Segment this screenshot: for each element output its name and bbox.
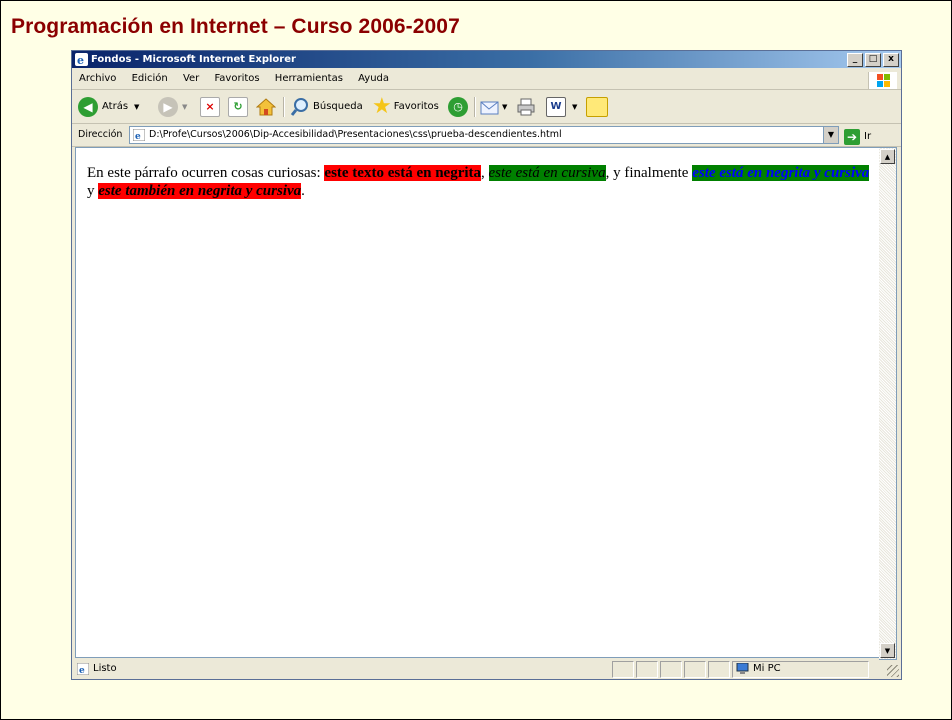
- edit-button[interactable]: W ▼: [546, 90, 577, 123]
- favorites-label: Favoritos: [393, 101, 439, 112]
- go-button[interactable]: ➔ Ir: [844, 126, 871, 148]
- menu-bar: Archivo Edición Ver Favoritos Herramient…: [72, 69, 901, 90]
- go-arrow-icon: ➔: [844, 129, 860, 145]
- slide: Programación en Internet – Curso 2006-20…: [0, 0, 952, 720]
- stop-button[interactable]: ×: [200, 90, 220, 123]
- forward-arrow-icon: ▶: [158, 96, 178, 117]
- page-icon: e: [133, 129, 145, 141]
- page-paragraph: En este párrafo ocurren cosas curiosas: …: [87, 164, 877, 200]
- slide-title: Programación en Internet – Curso 2006-20…: [11, 15, 460, 38]
- favorites-button[interactable]: ★ Favoritos: [372, 90, 439, 123]
- address-bar: Dirección e D:\Profe\Cursos\2006\Dip-Acc…: [72, 124, 901, 147]
- text-plain-4: y: [87, 183, 99, 199]
- text-plain-2: ,: [481, 165, 489, 181]
- note-icon: [586, 96, 608, 117]
- printer-icon: [517, 98, 535, 115]
- close-button[interactable]: x: [883, 53, 899, 67]
- windows-logo-icon: [868, 72, 897, 89]
- browser-window: e Fondos - Microsoft Internet Explorer _…: [71, 50, 902, 680]
- minimize-button[interactable]: _: [847, 53, 863, 67]
- resize-grip-icon[interactable]: [887, 665, 899, 677]
- menu-favoritos[interactable]: Favoritos: [214, 73, 259, 84]
- history-button[interactable]: ◷: [448, 90, 468, 123]
- back-arrow-icon: ◀: [78, 96, 98, 117]
- address-label: Dirección: [78, 129, 123, 140]
- page-content[interactable]: En este párrafo ocurren cosas curiosas: …: [75, 147, 879, 658]
- vertical-scrollbar[interactable]: ▲ ▼: [879, 147, 897, 660]
- menu-ayuda[interactable]: Ayuda: [358, 73, 389, 84]
- home-icon: [256, 97, 276, 115]
- mail-button[interactable]: ▼: [480, 90, 507, 123]
- messenger-button[interactable]: [586, 90, 608, 123]
- window-titlebar[interactable]: e Fondos - Microsoft Internet Explorer _…: [72, 51, 901, 68]
- status-cell: [708, 661, 730, 678]
- stop-icon: ×: [200, 96, 220, 117]
- text-plain-5: .: [301, 183, 305, 199]
- standard-toolbar: ◀ Atrás ▼ ▶ ▼ × ↻ Búsqueda ★ Favoritos ◷…: [72, 90, 901, 124]
- status-cell: [636, 661, 658, 678]
- ie-logo-icon: e: [75, 53, 88, 66]
- menu-ver[interactable]: Ver: [183, 73, 199, 84]
- mail-icon: [480, 101, 499, 114]
- status-cell: [660, 661, 682, 678]
- svg-text:e: e: [135, 132, 141, 141]
- svg-text:e: e: [77, 54, 84, 66]
- maximize-button[interactable]: □: [865, 53, 881, 67]
- status-text: Listo: [93, 663, 117, 674]
- menu-herramientas[interactable]: Herramientas: [275, 73, 343, 84]
- status-cell: [684, 661, 706, 678]
- address-input[interactable]: e D:\Profe\Cursos\2006\Dip-Accesibilidad…: [129, 126, 839, 144]
- computer-icon: [736, 663, 749, 674]
- menu-edicion[interactable]: Edición: [132, 73, 168, 84]
- status-cell: [612, 661, 634, 678]
- address-dropdown-icon[interactable]: ▼: [823, 127, 838, 143]
- menu-archivo[interactable]: Archivo: [79, 73, 116, 84]
- status-bar: e Listo Mi PC: [72, 659, 901, 679]
- address-value: D:\Profe\Cursos\2006\Dip-Accesibilidad\P…: [149, 129, 562, 140]
- go-label: Ir: [864, 131, 872, 142]
- search-icon: [290, 97, 308, 116]
- home-button[interactable]: [256, 90, 276, 123]
- svg-text:e: e: [79, 666, 85, 675]
- zone-text: Mi PC: [753, 663, 781, 674]
- scroll-down-icon[interactable]: ▼: [880, 643, 895, 658]
- back-label: Atrás: [102, 101, 129, 112]
- refresh-button[interactable]: ↻: [228, 90, 248, 123]
- text-plain-3: , y finalmente: [605, 165, 693, 181]
- text-italic: este está en cursiva: [488, 165, 606, 181]
- window-title: Fondos - Microsoft Internet Explorer: [91, 54, 296, 65]
- text-bold-italic-red: este también en negrita y cursiva: [98, 183, 302, 199]
- print-button[interactable]: [516, 90, 536, 123]
- search-label: Búsqueda: [313, 101, 363, 112]
- history-icon: ◷: [448, 96, 468, 117]
- scroll-up-icon[interactable]: ▲: [880, 149, 895, 164]
- mail-dropdown-icon[interactable]: ▼: [502, 103, 507, 111]
- forward-dropdown-icon[interactable]: ▼: [182, 103, 187, 111]
- zone-cell: Mi PC: [732, 661, 869, 678]
- text-plain-1: En este párrafo ocurren cosas curiosas:: [87, 165, 325, 181]
- star-icon: ★: [372, 93, 392, 119]
- text-bold: este texto está en negrita: [324, 165, 482, 181]
- refresh-icon: ↻: [228, 96, 248, 117]
- back-button[interactable]: ◀ Atrás ▼: [78, 90, 139, 123]
- search-button[interactable]: Búsqueda: [290, 90, 363, 123]
- page-status-icon: e: [77, 663, 89, 675]
- back-dropdown-icon[interactable]: ▼: [134, 103, 139, 111]
- forward-button[interactable]: ▶ ▼: [158, 90, 187, 123]
- edit-dropdown-icon[interactable]: ▼: [572, 103, 577, 111]
- word-edit-icon: W: [546, 96, 566, 117]
- text-bold-italic-blue: este está en negrita y cursiva: [692, 165, 870, 181]
